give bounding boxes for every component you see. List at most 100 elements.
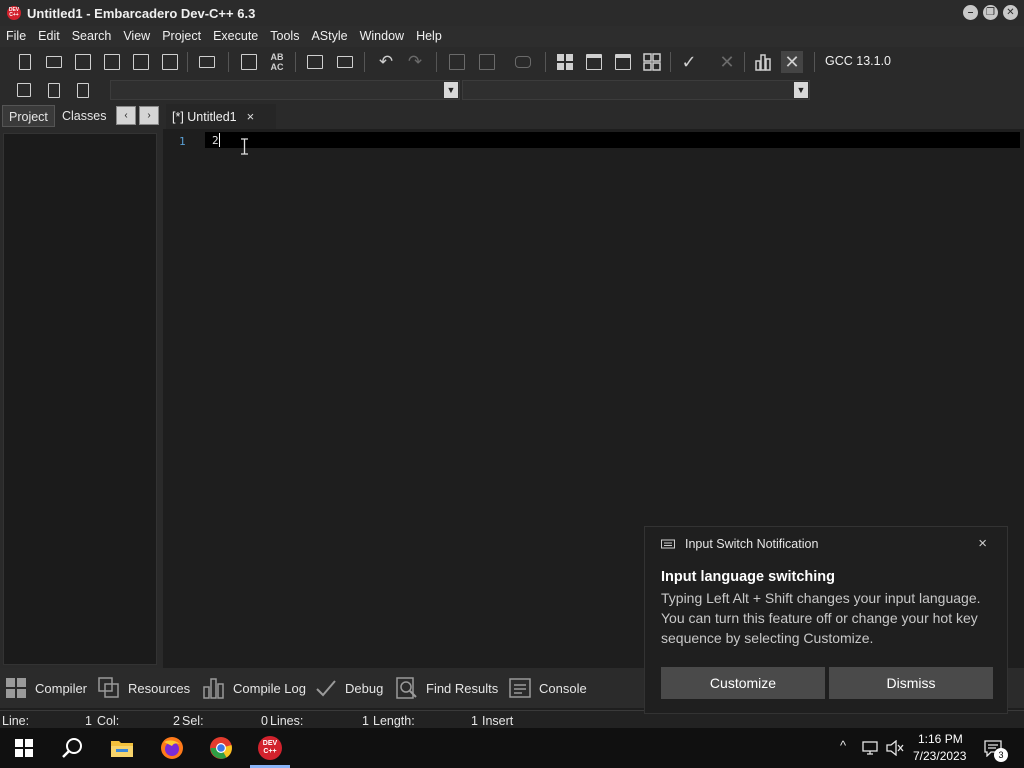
tab-compile-log[interactable]: Compile Log (203, 673, 306, 703)
compile-run-icon[interactable] (612, 51, 634, 73)
split-icon[interactable] (334, 51, 356, 73)
tab-classes[interactable]: Classes (56, 105, 112, 127)
chevron-down-icon[interactable]: ▼ (794, 82, 808, 98)
check-icon (316, 680, 336, 697)
text-caret (219, 133, 220, 147)
menu-file[interactable]: File (0, 26, 32, 47)
menu-help[interactable]: Help (410, 26, 448, 47)
undo-icon[interactable]: ↶ (375, 51, 397, 73)
notification-count-badge: 3 (994, 748, 1008, 762)
status-mode: Insert (482, 714, 514, 728)
bookmark-icon[interactable] (43, 79, 65, 101)
search-icon[interactable] (48, 728, 96, 768)
menu-project[interactable]: Project (156, 26, 207, 47)
chrome-icon[interactable] (197, 728, 245, 768)
rebuild-icon[interactable] (641, 51, 663, 73)
menu-astyle[interactable]: AStyle (305, 26, 353, 47)
compile-icon[interactable] (554, 51, 576, 73)
stop-icon[interactable]: ✕ (716, 51, 738, 73)
find-icon[interactable] (238, 51, 260, 73)
notification-title: Input language switching (661, 569, 835, 585)
project-tree[interactable] (3, 133, 157, 665)
ibeam-cursor-icon (241, 138, 248, 155)
comment-icon[interactable] (512, 51, 534, 73)
replace-icon[interactable]: AB AC (266, 51, 288, 73)
tab-compiler[interactable]: Compiler (5, 673, 87, 703)
open-file-icon[interactable] (43, 51, 65, 73)
notification-body: Typing Left Alt + Shift changes your inp… (661, 590, 981, 646)
menu-bar: File Edit Search View Project Execute To… (0, 26, 1024, 47)
run-icon[interactable] (583, 51, 605, 73)
menu-window[interactable]: Window (354, 26, 410, 47)
close-icon[interactable]: × (247, 109, 255, 124)
tray-chevron-icon[interactable]: ^ (840, 738, 846, 753)
member-combo[interactable]: ▼ (462, 80, 810, 100)
syntax-check-icon[interactable]: ✓ (678, 51, 700, 73)
debug-stop-icon[interactable]: ✕ (781, 51, 803, 73)
grid-icon (6, 678, 26, 698)
code-text[interactable]: 2 (212, 134, 219, 147)
tab-find-results[interactable]: Find Results (396, 673, 498, 703)
tab-resources[interactable]: Resources (98, 673, 190, 703)
restore-button[interactable]: ❐ (983, 5, 998, 20)
console-icon (509, 678, 531, 698)
save-icon[interactable] (72, 51, 94, 73)
class-combo[interactable]: ▼ (110, 80, 460, 100)
unindent-icon[interactable] (476, 51, 498, 73)
tab-project[interactable]: Project (2, 105, 55, 127)
editor-tab-untitled1[interactable]: [*] Untitled1 × (166, 104, 276, 129)
status-lines-value: 1 (362, 714, 369, 728)
status-sel-value: 0 (261, 714, 268, 728)
resources-icon (98, 677, 119, 698)
customize-button[interactable]: Customize (661, 667, 825, 699)
chevron-down-icon[interactable]: ▼ (444, 82, 458, 98)
goto-bookmark-icon[interactable] (72, 79, 94, 101)
menu-search[interactable]: Search (66, 26, 118, 47)
dismiss-button[interactable]: Dismiss (829, 667, 993, 699)
clock-time[interactable]: 1:16 PM (918, 732, 963, 746)
minimize-button[interactable]: – (963, 5, 978, 20)
status-lines-label: Lines: (270, 714, 304, 728)
network-icon[interactable] (862, 740, 880, 756)
print-icon[interactable] (196, 51, 218, 73)
editor-tab-label: [*] Untitled1 (172, 109, 237, 124)
project-options-icon[interactable] (13, 79, 35, 101)
close-button[interactable]: ✕ (1003, 5, 1018, 20)
bar-chart-icon (203, 678, 224, 699)
firefox-icon[interactable] (148, 728, 196, 768)
devcpp-icon[interactable]: DEV C++ (246, 728, 294, 768)
tab-debug-label: Debug (345, 680, 384, 696)
tab-compile-log-label: Compile Log (233, 680, 306, 696)
menu-edit[interactable]: Edit (32, 26, 66, 47)
tab-resources-label: Resources (128, 680, 191, 696)
menu-tools[interactable]: Tools (264, 26, 305, 47)
chevron-right-icon[interactable]: › (139, 106, 159, 125)
tab-debug[interactable]: Debug (315, 673, 383, 703)
chart-icon[interactable] (752, 51, 774, 73)
redo-icon[interactable]: ↷ (404, 51, 426, 73)
compiler-select[interactable]: GCC 13.1.0 (825, 54, 891, 68)
editor-tab-bar: [*] Untitled1 × (163, 103, 1024, 129)
devcpp-app-icon[interactable]: DEV C++ (7, 6, 21, 20)
file-explorer-icon[interactable] (98, 728, 146, 768)
menu-execute[interactable]: Execute (207, 26, 264, 47)
goto-icon[interactable] (304, 51, 326, 73)
status-line-label: Line: (2, 714, 30, 728)
clock-date[interactable]: 7/23/2023 (913, 749, 966, 763)
close-all-icon[interactable] (159, 51, 181, 73)
start-icon[interactable] (0, 728, 48, 768)
menu-view[interactable]: View (117, 26, 156, 47)
search-doc-icon (396, 677, 417, 699)
input-switch-notification: Input Switch Notification × Input langua… (644, 526, 1008, 714)
tab-console[interactable]: Console (509, 673, 587, 703)
close-icon[interactable]: × (978, 535, 987, 552)
volume-muted-icon[interactable] (886, 740, 904, 756)
new-file-icon[interactable] (14, 51, 36, 73)
close-file-icon[interactable] (130, 51, 152, 73)
indent-icon[interactable] (446, 51, 468, 73)
title-bar: DEV C++ Untitled1 - Embarcadero Dev-C++ … (0, 0, 1024, 26)
save-all-icon[interactable] (101, 51, 123, 73)
project-panel: Project Classes ‹ › (0, 103, 163, 668)
chevron-left-icon[interactable]: ‹ (116, 106, 136, 125)
line-gutter: 1 (165, 129, 205, 668)
